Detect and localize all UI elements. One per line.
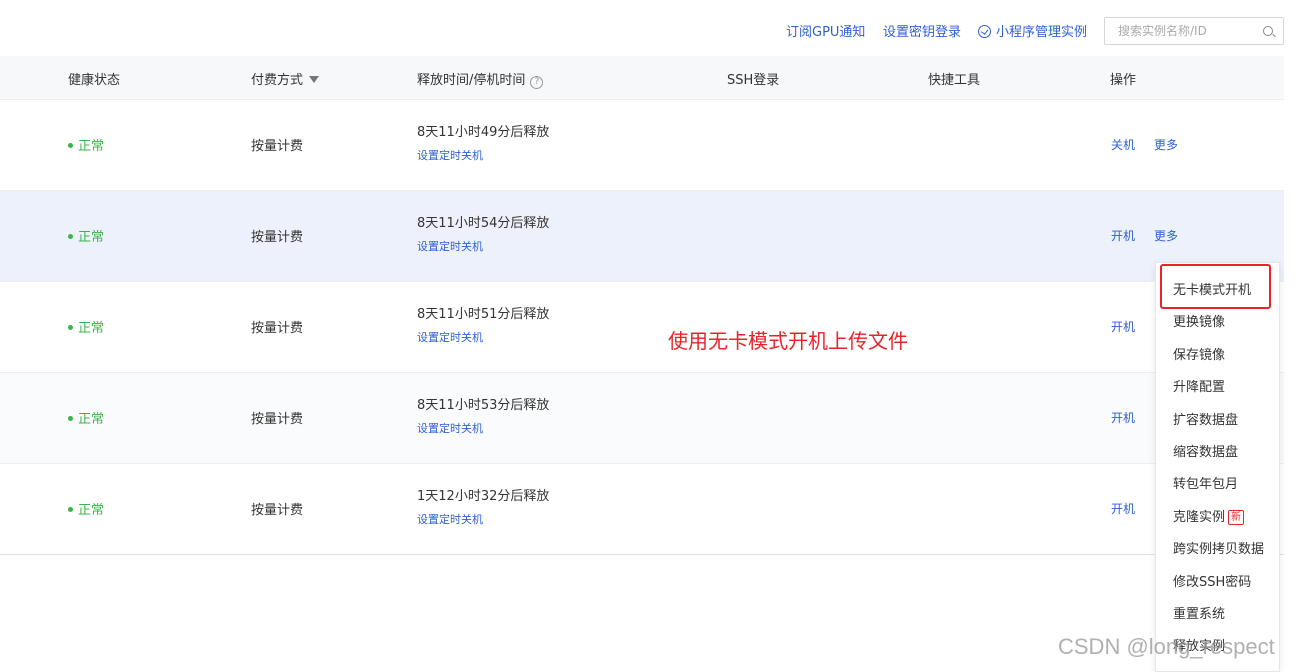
toolbar: 订阅GPU通知 设置密钥登录 小程序管理实例 xyxy=(0,0,1301,56)
status-dot xyxy=(68,325,73,330)
menu-item-save-image[interactable]: 保存镜像 xyxy=(1173,344,1225,363)
key-login-link[interactable]: 设置密钥登录 xyxy=(883,21,961,40)
column-billing: 付费方式 xyxy=(251,69,320,88)
menu-item-monthly-billing[interactable]: 转包年包月 xyxy=(1173,473,1238,492)
column-release-time: 释放时间/停机时间? xyxy=(417,69,544,89)
release-time: 8天11小时51分后释放 xyxy=(417,307,550,322)
clone-instance-label: 克隆实例 xyxy=(1173,510,1226,525)
table-header: 健康状态 付费方式 释放时间/停机时间? SSH登录 快捷工具 操作 xyxy=(0,56,1284,100)
annotation-text: 使用无卡模式开机上传文件 xyxy=(668,329,908,353)
shutdown-button[interactable]: 关机 xyxy=(1111,136,1135,153)
menu-item-change-image[interactable]: 更换镜像 xyxy=(1173,311,1225,330)
status-dot xyxy=(68,143,73,148)
column-billing-label: 付费方式 xyxy=(251,73,304,88)
search-box xyxy=(1104,17,1284,45)
release-time: 8天11小时53分后释放 xyxy=(417,398,550,413)
new-badge: 新 xyxy=(1228,510,1245,525)
menu-item-reset-system[interactable]: 重置系统 xyxy=(1173,603,1225,622)
menu-item-clone-instance[interactable]: 克隆实例新 xyxy=(1173,506,1245,525)
column-ssh: SSH登录 xyxy=(727,73,780,88)
gpu-notify-link[interactable]: 订阅GPU通知 xyxy=(786,21,865,40)
set-timer-shutdown-link[interactable]: 设置定时关机 xyxy=(417,511,483,527)
table-row: 正常 按量计费 1天12小时32分后释放 设置定时关机 开机 xyxy=(0,464,1284,555)
status-text: 正常 xyxy=(78,503,105,518)
more-button[interactable]: 更多 xyxy=(1154,227,1178,244)
miniprogram-link[interactable]: 小程序管理实例 xyxy=(978,21,1087,40)
table-row: 正常 按量计费 8天11小时51分后释放 设置定时关机 开机 xyxy=(0,282,1284,373)
billing-cell: 按量计费 xyxy=(251,139,304,154)
check-circle-icon xyxy=(978,25,991,38)
menu-item-cross-copy-data[interactable]: 跨实例拷贝数据 xyxy=(1173,538,1264,557)
status-cell: 正常 xyxy=(68,499,104,518)
set-timer-shutdown-link[interactable]: 设置定时关机 xyxy=(417,420,483,436)
set-timer-shutdown-link[interactable]: 设置定时关机 xyxy=(417,329,483,345)
menu-item-resize-config[interactable]: 升降配置 xyxy=(1173,376,1225,395)
more-button[interactable]: 更多 xyxy=(1154,136,1178,153)
status-text: 正常 xyxy=(78,230,105,245)
set-timer-shutdown-link[interactable]: 设置定时关机 xyxy=(417,147,483,163)
billing-cell: 按量计费 xyxy=(251,412,304,427)
release-time: 1天12小时32分后释放 xyxy=(417,489,550,504)
search-icon[interactable] xyxy=(1263,26,1273,36)
more-dropdown-menu: 无卡模式开机 更换镜像 保存镜像 升降配置 扩容数据盘 缩容数据盘 转包年包月 … xyxy=(1155,262,1280,672)
menu-item-shrink-disk[interactable]: 缩容数据盘 xyxy=(1173,441,1238,460)
table-bottom-border xyxy=(0,554,1284,555)
menu-item-change-ssh-password[interactable]: 修改SSH密码 xyxy=(1173,571,1251,590)
watermark: CSDN @long_respect xyxy=(1058,634,1275,659)
status-cell: 正常 xyxy=(68,226,104,245)
release-time: 8天11小时54分后释放 xyxy=(417,216,550,231)
status-text: 正常 xyxy=(78,139,105,154)
status-text: 正常 xyxy=(78,321,105,336)
column-actions: 操作 xyxy=(1110,73,1137,88)
set-timer-shutdown-link[interactable]: 设置定时关机 xyxy=(417,238,483,254)
column-release-label: 释放时间/停机时间 xyxy=(417,73,526,88)
billing-cell: 按量计费 xyxy=(251,503,304,518)
status-cell: 正常 xyxy=(68,135,104,154)
power-on-button[interactable]: 开机 xyxy=(1111,318,1135,335)
power-on-button[interactable]: 开机 xyxy=(1111,227,1135,244)
column-health: 健康状态 xyxy=(68,73,121,88)
column-tools: 快捷工具 xyxy=(928,73,981,88)
release-time: 8天11小时49分后释放 xyxy=(417,125,550,140)
table-row: 正常 按量计费 8天11小时54分后释放 设置定时关机 开机 更多 xyxy=(0,191,1284,282)
table-row: 正常 按量计费 8天11小时49分后释放 设置定时关机 关机 更多 xyxy=(0,100,1284,191)
billing-cell: 按量计费 xyxy=(251,321,304,336)
menu-item-gpu-free-boot[interactable]: 无卡模式开机 xyxy=(1173,279,1251,298)
power-on-button[interactable]: 开机 xyxy=(1111,500,1135,517)
status-dot xyxy=(68,234,73,239)
billing-cell: 按量计费 xyxy=(251,230,304,245)
status-dot xyxy=(68,507,73,512)
question-circle-icon[interactable]: ? xyxy=(530,76,544,89)
status-dot xyxy=(68,416,73,421)
miniprogram-label: 小程序管理实例 xyxy=(996,25,1088,40)
menu-item-expand-disk[interactable]: 扩容数据盘 xyxy=(1173,409,1238,428)
filter-icon[interactable] xyxy=(309,76,320,83)
power-on-button[interactable]: 开机 xyxy=(1111,409,1135,426)
status-cell: 正常 xyxy=(68,317,104,336)
search-input[interactable] xyxy=(1105,18,1255,44)
status-cell: 正常 xyxy=(68,408,104,427)
table-row: 正常 按量计费 8天11小时53分后释放 设置定时关机 开机 xyxy=(0,373,1284,464)
status-text: 正常 xyxy=(78,412,105,427)
